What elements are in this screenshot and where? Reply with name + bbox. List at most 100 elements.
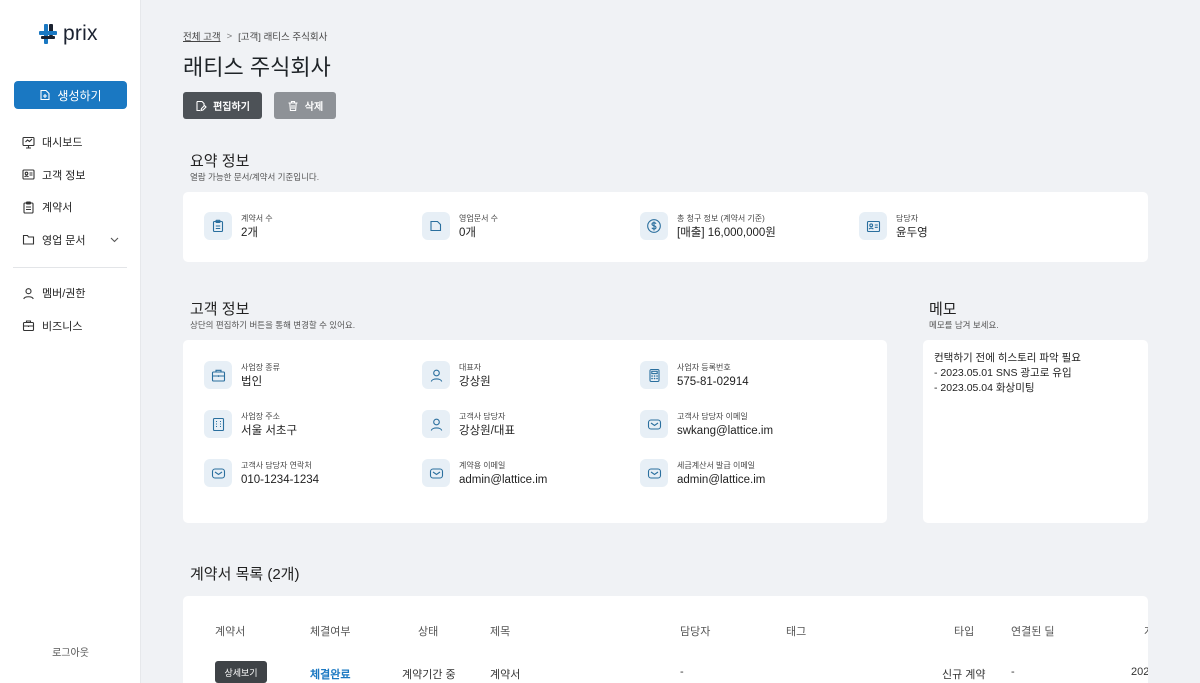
signed-status-link[interactable]: 체결완료 — [310, 666, 350, 682]
summary-title: 요약 정보 — [190, 153, 250, 170]
field-label: 세금계산서 발급 이메일 — [677, 461, 756, 470]
sidebar-item-label: 계약서 — [42, 202, 73, 215]
summary-card: 계약서 수 2개 영업문서 수 0개 총 청구 정보 (계약서 기준) [매출]… — [183, 192, 1148, 262]
summary-field-sales-docs: 영업문서 수 0개 — [422, 212, 498, 241]
calculator-icon — [640, 361, 668, 389]
clipboard-icon — [204, 212, 232, 240]
sidebar-item-contracts[interactable]: 계약서 — [0, 191, 141, 224]
col-header-signed[interactable]: 체결여부 — [310, 623, 350, 639]
logout-link[interactable]: 로그아웃 — [0, 644, 141, 659]
sidebar-item-label: 비즈니스 — [42, 320, 83, 333]
new-file-icon — [40, 89, 50, 101]
col-header-type[interactable]: 타입 — [954, 623, 974, 639]
memo-textarea[interactable]: 컨택하기 전에 히스토리 파악 필요 - 2023.05.01 SNS 광고로 … — [923, 340, 1148, 523]
dashboard-icon — [21, 135, 35, 149]
field-value: 법인 — [241, 376, 263, 388]
breadcrumb: 전체 고객 > [고객] 래티스 주식회사 — [183, 29, 328, 44]
delete-button[interactable]: 삭제 — [274, 92, 336, 119]
field-label: 고객사 담당자 연락처 — [241, 461, 312, 470]
field-value: 0개 — [459, 227, 476, 239]
edit-document-icon — [196, 100, 207, 111]
breadcrumb-separator-icon: > — [226, 30, 233, 42]
row-date: 202 — [1131, 666, 1148, 678]
memo-title: 메모 — [929, 301, 957, 318]
sidebar: prix 생성하기 대시보드 고객 정보 계약서 영업 문서 멤버/권한 비즈니… — [0, 0, 141, 683]
field-label: 사업장 종류 — [241, 363, 281, 372]
col-header-deal[interactable]: 연결된 딜 — [1011, 623, 1055, 639]
field-value: 575-81-02914 — [677, 376, 749, 388]
user-icon — [422, 410, 450, 438]
field-representative: 대표자 강상원 — [422, 361, 491, 390]
col-header-contract[interactable]: 계약서 — [215, 623, 245, 639]
memo-line: - 2023.05.01 SNS 광고로 유입 — [934, 367, 1072, 379]
field-value: admin@lattice.im — [677, 474, 766, 486]
clipboard-icon — [21, 200, 35, 214]
id-card-icon — [21, 168, 35, 182]
field-label: 영업문서 수 — [459, 214, 499, 223]
field-business-address: 사업장 주소 서울 서초구 — [204, 410, 297, 439]
row-type: 신규 계약 — [942, 669, 986, 681]
summary-field-owner: 담당자 윤두영 — [859, 212, 928, 241]
customer-title: 고객 정보 — [190, 301, 250, 318]
sidebar-divider — [13, 267, 127, 268]
field-value: 010-1234-1234 — [241, 474, 320, 486]
field-value: swkang@lattice.im — [677, 425, 774, 437]
edit-button[interactable]: 편집하기 — [183, 92, 262, 119]
field-client-contact: 고객사 담당자 강상원/대표 — [422, 410, 515, 439]
sidebar-item-dashboard[interactable]: 대시보드 — [0, 126, 141, 159]
sidebar-item-business[interactable]: 비즈니스 — [0, 310, 141, 343]
field-value: [매출] 16,000,000원 — [677, 227, 776, 239]
sidebar-item-label: 영업 문서 — [42, 234, 86, 247]
field-contract-email: 계약용 이메일 admin@lattice.im — [422, 459, 547, 488]
prix-logo-icon — [39, 24, 57, 44]
dollar-circle-icon — [640, 212, 668, 240]
sidebar-item-customer-info[interactable]: 고객 정보 — [0, 159, 141, 192]
col-header-owner[interactable]: 담당자 — [680, 623, 710, 639]
breadcrumb-current: [고객] 래티스 주식회사 — [238, 32, 328, 43]
mail-icon — [640, 410, 668, 438]
sidebar-item-members[interactable]: 멤버/권한 — [0, 277, 141, 310]
field-label: 대표자 — [459, 363, 482, 372]
field-value: admin@lattice.im — [459, 474, 548, 486]
memo-subtitle: 메모를 남겨 보세요. — [929, 320, 999, 330]
edit-button-label: 편집하기 — [213, 102, 250, 113]
breadcrumb-root[interactable]: 전체 고객 — [183, 29, 221, 43]
col-header-status[interactable]: 상태 — [418, 623, 438, 639]
field-value: 2개 — [241, 227, 258, 239]
memo-line: 컨택하기 전에 히스토리 파악 필요 — [934, 352, 1081, 364]
chevron-down-icon[interactable] — [110, 234, 119, 246]
create-button-label: 생성하기 — [57, 88, 102, 103]
sidebar-item-label: 멤버/권한 — [42, 288, 86, 301]
logo[interactable]: prix — [38, 22, 98, 46]
summary-subtitle: 열람 가능한 문서/계약서 기준입니다. — [190, 172, 320, 182]
mail-icon — [204, 459, 232, 487]
col-header-date[interactable]: 계 — [1144, 623, 1148, 639]
memo-line: - 2023.05.04 화상미팅 — [934, 382, 1035, 394]
field-client-phone: 고객사 담당자 연락처 010-1234-1234 — [204, 459, 319, 488]
sidebar-nav-secondary: 멤버/권한 비즈니스 — [0, 277, 141, 342]
col-header-tag[interactable]: 태그 — [786, 623, 806, 639]
row-deal: - — [1011, 666, 1015, 678]
id-card-icon — [859, 212, 887, 240]
customer-info-card: 사업장 종류 법인 대표자 강상원 사업자 등록번호 575-81-02914 … — [183, 340, 887, 523]
user-icon — [422, 361, 450, 389]
building-icon — [204, 410, 232, 438]
briefcase-icon — [21, 319, 35, 333]
customer-subtitle: 상단의 편집하기 버튼을 통해 변경할 수 있어요. — [190, 320, 356, 330]
sidebar-item-sales-docs[interactable]: 영업 문서 — [0, 224, 141, 257]
field-label: 계약서 수 — [241, 214, 273, 223]
field-label: 사업자 등록번호 — [677, 363, 731, 372]
folder-icon — [422, 212, 450, 240]
user-icon — [21, 286, 35, 300]
summary-field-billing: 총 청구 정보 (계약서 기준) [매출] 16,000,000원 — [640, 212, 776, 241]
field-value: 서울 서초구 — [241, 425, 298, 437]
col-header-title[interactable]: 제목 — [490, 623, 510, 639]
trash-icon — [288, 100, 298, 111]
field-label: 고객사 담당자 — [459, 412, 506, 421]
delete-button-label: 삭제 — [304, 102, 324, 113]
field-label: 담당자 — [896, 214, 919, 223]
logo-text: prix — [63, 22, 98, 45]
mail-icon — [422, 459, 450, 487]
create-button[interactable]: 생성하기 — [14, 81, 127, 109]
detail-view-button[interactable]: 상세보기 — [215, 661, 267, 683]
